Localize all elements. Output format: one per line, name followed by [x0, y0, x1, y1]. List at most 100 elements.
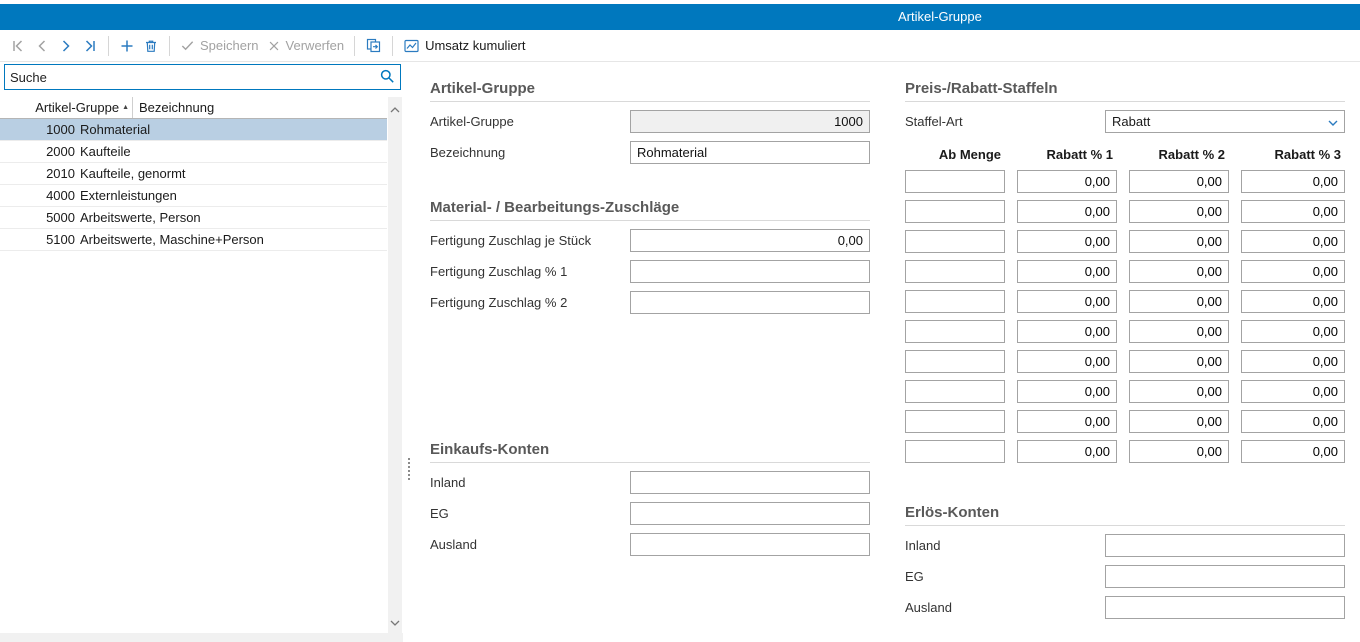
save-button[interactable]: Speichern — [176, 35, 263, 56]
einkauf-ausland-input[interactable] — [630, 533, 870, 556]
field-group: Artikel-GruppeBezeichnung — [430, 110, 870, 164]
rabatt-3-input[interactable] — [1241, 410, 1345, 433]
chevron-down-icon — [1328, 114, 1338, 129]
scroll-down-icon[interactable] — [390, 614, 400, 629]
rabatt-3-input[interactable] — [1241, 230, 1345, 253]
rabatt-1-input[interactable] — [1017, 290, 1117, 313]
bezeichnung-input[interactable] — [630, 141, 870, 164]
nav-last-icon — [82, 38, 98, 54]
rabatt-1-input[interactable] — [1017, 440, 1117, 463]
rabatt-2-input[interactable] — [1129, 200, 1229, 223]
rabatt-2-input[interactable] — [1129, 260, 1229, 283]
titlebar: Artikel-Gruppe — [0, 4, 1360, 30]
section-erloes-konten: Erlös-Konten InlandEGAusland — [905, 504, 1345, 619]
list-item[interactable]: 5100Arbeitswerte, Maschine+Person — [0, 229, 387, 251]
nav-last-button[interactable] — [78, 35, 102, 57]
vertical-scrollbar[interactable] — [388, 97, 402, 633]
search-box — [4, 64, 401, 90]
einkauf-eg-input[interactable] — [630, 502, 870, 525]
fertigung-zuschlag-1-input[interactable] — [630, 260, 870, 283]
rabatt-3-input[interactable] — [1241, 380, 1345, 403]
erloes-inland-input[interactable] — [1105, 534, 1345, 557]
field-row: EG — [905, 565, 1345, 588]
ab-menge-input[interactable] — [905, 230, 1005, 253]
rabatt-3-input[interactable] — [1241, 170, 1345, 193]
ab-menge-input[interactable] — [905, 380, 1005, 403]
rabatt-2-input[interactable] — [1129, 170, 1229, 193]
ab-menge-input[interactable] — [905, 350, 1005, 373]
trash-icon — [143, 38, 159, 54]
staffel-column-header: Rabatt % 2 — [1129, 147, 1229, 162]
close-icon — [267, 39, 281, 53]
einkauf-inland-input[interactable] — [630, 471, 870, 494]
panel-splitter[interactable] — [405, 456, 413, 482]
delete-record-button[interactable] — [139, 35, 163, 57]
ab-menge-input[interactable] — [905, 290, 1005, 313]
chart-icon — [403, 38, 420, 54]
staffel-art-dropdown[interactable]: Rabatt — [1105, 110, 1345, 133]
rabatt-1-input[interactable] — [1017, 410, 1117, 433]
ab-menge-input[interactable] — [905, 260, 1005, 283]
field-group: Fertigung Zuschlag je StückFertigung Zus… — [430, 229, 870, 314]
ab-menge-input[interactable] — [905, 410, 1005, 433]
discard-label: Verwerfen — [286, 38, 345, 53]
nav-first-button[interactable] — [6, 35, 30, 57]
rabatt-1-input[interactable] — [1017, 380, 1117, 403]
rabatt-1-input[interactable] — [1017, 200, 1117, 223]
rabatt-1-input[interactable] — [1017, 170, 1117, 193]
discard-button[interactable]: Verwerfen — [263, 35, 349, 56]
toolbar-separator — [108, 36, 109, 56]
add-record-button[interactable] — [115, 35, 139, 57]
rabatt-3-input[interactable] — [1241, 200, 1345, 223]
umsatz-kumuliert-button[interactable]: Umsatz kumuliert — [399, 35, 529, 57]
search-icon[interactable] — [379, 68, 400, 87]
rabatt-3-input[interactable] — [1241, 350, 1345, 373]
field-row: Fertigung Zuschlag je Stück — [430, 229, 870, 252]
horizontal-scrollbar[interactable] — [0, 633, 403, 642]
rabatt-1-input[interactable] — [1017, 230, 1117, 253]
ab-menge-input[interactable] — [905, 320, 1005, 343]
section-heading: Einkaufs-Konten — [430, 441, 870, 463]
field-row: Bezeichnung — [430, 141, 870, 164]
fertigung-zuschlag-2-input[interactable] — [630, 291, 870, 314]
rabatt-1-input[interactable] — [1017, 260, 1117, 283]
erloes-ausland-input[interactable] — [1105, 596, 1345, 619]
list-item[interactable]: 5000Arbeitswerte, Person — [0, 207, 387, 229]
copy-record-button[interactable] — [361, 34, 386, 57]
rabatt-2-input[interactable] — [1129, 410, 1229, 433]
rabatt-1-input[interactable] — [1017, 350, 1117, 373]
column-header-bezeichnung[interactable]: Bezeichnung — [133, 100, 214, 115]
list-item[interactable]: 2010Kaufteile, genormt — [0, 163, 387, 185]
erloes-eg-input[interactable] — [1105, 565, 1345, 588]
field-label: Ausland — [430, 537, 630, 552]
rabatt-3-input[interactable] — [1241, 320, 1345, 343]
rabatt-2-input[interactable] — [1129, 320, 1229, 343]
nav-next-button[interactable] — [54, 35, 78, 57]
rabatt-3-input[interactable] — [1241, 440, 1345, 463]
ab-menge-input[interactable] — [905, 170, 1005, 193]
rabatt-3-input[interactable] — [1241, 260, 1345, 283]
nav-prev-button[interactable] — [30, 35, 54, 57]
toolbar-separator — [354, 36, 355, 56]
scroll-up-icon[interactable] — [390, 101, 400, 116]
ab-menge-input[interactable] — [905, 440, 1005, 463]
row-artikel-gruppe: 5000 — [0, 210, 75, 225]
fertigung-zuschlag-stueck-input[interactable] — [630, 229, 870, 252]
nav-prev-icon — [34, 38, 50, 54]
list-item[interactable]: 1000Rohmaterial — [0, 119, 387, 141]
rabatt-2-input[interactable] — [1129, 380, 1229, 403]
section-heading: Material- / Bearbeitungs-Zuschläge — [430, 199, 870, 221]
list-item[interactable]: 2000Kaufteile — [0, 141, 387, 163]
rabatt-2-input[interactable] — [1129, 290, 1229, 313]
rabatt-2-input[interactable] — [1129, 230, 1229, 253]
rabatt-1-input[interactable] — [1017, 320, 1117, 343]
ab-menge-input[interactable] — [905, 200, 1005, 223]
rabatt-2-input[interactable] — [1129, 440, 1229, 463]
field-group: InlandEGAusland — [430, 471, 870, 556]
artikel-gruppe-input[interactable] — [630, 110, 870, 133]
search-input[interactable] — [5, 70, 379, 85]
list-item[interactable]: 4000Externleistungen — [0, 185, 387, 207]
column-header-artikel-gruppe[interactable]: Artikel-Gruppe ▲ — [0, 97, 133, 118]
rabatt-3-input[interactable] — [1241, 290, 1345, 313]
rabatt-2-input[interactable] — [1129, 350, 1229, 373]
